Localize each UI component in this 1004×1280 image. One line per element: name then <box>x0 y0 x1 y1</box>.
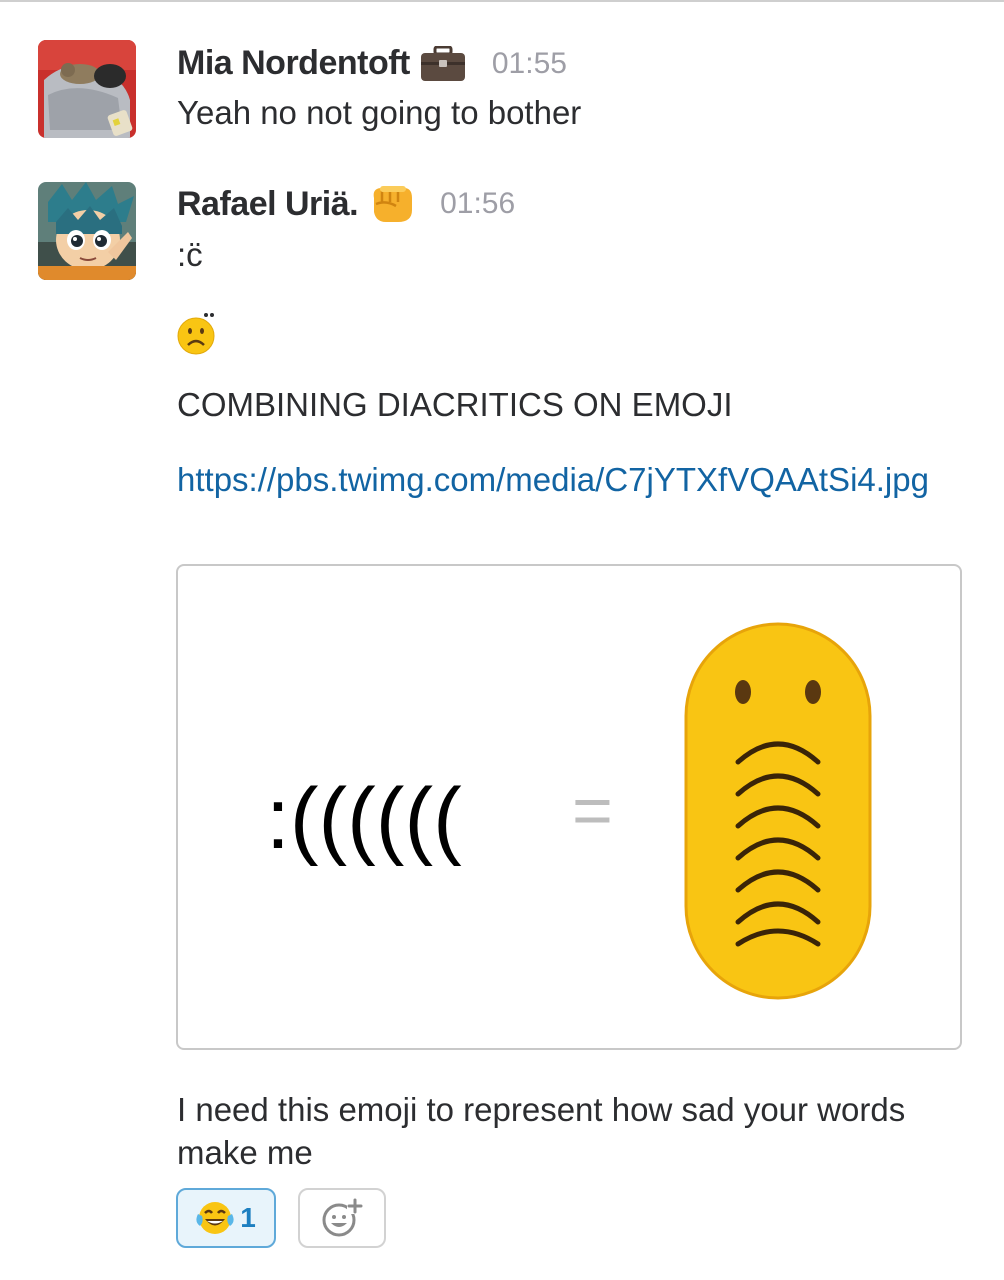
message-text: Yeah no not going to bother <box>177 94 582 131</box>
avatar-rafael[interactable] <box>38 182 136 280</box>
author-name[interactable]: Rafael Uriä. <box>177 185 359 224</box>
fist-icon <box>368 184 414 224</box>
author-name[interactable]: Mia Nordentoft <box>177 44 410 83</box>
tall-sad-face-emoji <box>684 622 872 1000</box>
message-text: I need this emoji to represent how sad y… <box>177 1091 906 1171</box>
timestamp[interactable]: 01:55 <box>492 47 567 81</box>
timestamp[interactable]: 01:56 <box>440 187 515 221</box>
add-reaction-icon <box>321 1198 363 1238</box>
image-link[interactable]: https://pbs.twimg.com/media/C7jYTXfVQAAt… <box>177 458 967 502</box>
top-divider <box>0 0 1004 2</box>
laughing-crying-face-icon <box>196 1200 234 1236</box>
attachment-left-text: :(((((( <box>266 771 462 867</box>
message-text: :c̈ <box>177 236 203 273</box>
attachment-equals-sign: = <box>572 771 613 849</box>
reaction-count: 1 <box>240 1202 256 1233</box>
reaction-laughing-crying[interactable]: 1 <box>176 1188 276 1248</box>
message-header-2: Rafael Uriä. 01:56 <box>177 184 515 224</box>
image-attachment[interactable]: :(((((( = <box>176 564 962 1050</box>
frowning-face-diaeresis-emoji <box>176 312 216 356</box>
message-text-caps: COMBINING DIACRITICS ON EMOJI <box>177 386 733 423</box>
briefcase-icon <box>420 45 466 82</box>
message-header-1: Mia Nordentoft 01:55 <box>177 44 567 83</box>
add-reaction-button[interactable] <box>298 1188 386 1248</box>
avatar-mia[interactable] <box>38 40 136 138</box>
